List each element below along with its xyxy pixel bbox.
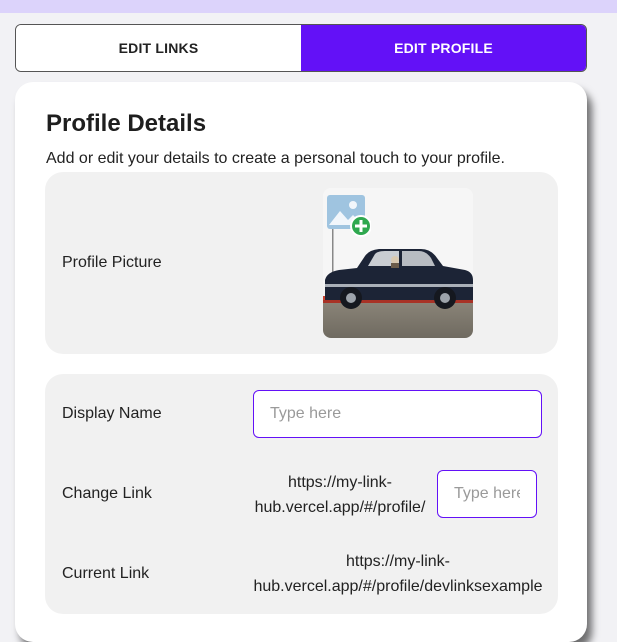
change-link-label: Change Link <box>62 485 152 502</box>
profile-picture-panel: Profile Picture <box>45 172 558 354</box>
display-name-label: Display Name <box>62 405 162 422</box>
tab-edit-links[interactable]: EDIT LINKS <box>16 25 301 71</box>
page-title: Profile Details <box>46 110 207 137</box>
add-image-icon <box>327 195 371 237</box>
change-link-prefix: https://my-link-hub.vercel.app/#/profile… <box>254 474 426 516</box>
change-link-input[interactable] <box>437 470 537 518</box>
current-link-value: https://my-link-hub.vercel.app/#/profile… <box>253 553 543 595</box>
top-banner-strip <box>0 0 617 13</box>
display-name-input[interactable] <box>253 390 542 438</box>
profile-details-card: Profile Details Add or edit your details… <box>15 82 587 642</box>
page-subtitle: Add or edit your details to create a per… <box>46 150 505 167</box>
profile-picture-label: Profile Picture <box>62 254 162 271</box>
tab-edit-profile[interactable]: EDIT PROFILE <box>301 25 586 71</box>
current-link-label: Current Link <box>62 565 150 582</box>
profile-picture-upload[interactable] <box>323 188 473 338</box>
edit-tabs: EDIT LINKS EDIT PROFILE <box>15 24 587 72</box>
profile-fields-panel: Display Name Change Link https://my-link… <box>45 374 558 614</box>
